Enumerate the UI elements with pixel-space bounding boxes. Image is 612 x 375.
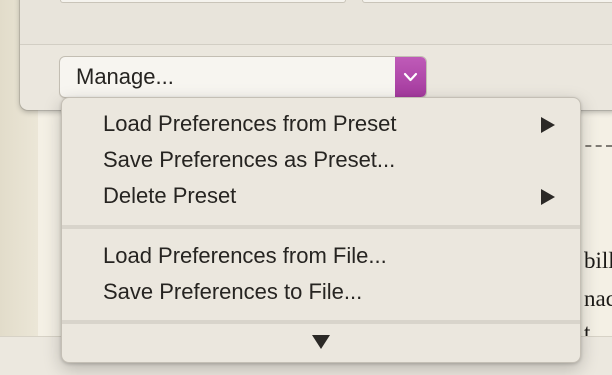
menu-item-label: Delete Preset — [103, 183, 237, 208]
document-text-line: nade — [584, 286, 612, 311]
manage-dropdown-menu: Load Preferences from Preset Save Prefer… — [61, 97, 581, 363]
menu-item-delete-preset[interactable]: Delete Preset — [62, 179, 580, 213]
submenu-arrow-icon — [541, 117, 555, 133]
menu-item-label: Load Preferences from Preset — [103, 111, 397, 136]
scroll-down-arrow-icon[interactable] — [312, 335, 330, 349]
submenu-arrow-icon — [541, 189, 555, 205]
manage-popup-chevron-box[interactable] — [395, 57, 426, 97]
dialog-content-area — [20, 0, 612, 45]
chevron-down-icon — [403, 72, 418, 82]
menu-item-save-preferences-as-preset[interactable]: Save Preferences as Preset... — [62, 143, 580, 177]
menu-item-label: Save Preferences to File... — [103, 279, 363, 304]
left-panel-field[interactable] — [60, 0, 346, 3]
menu-item-load-preferences-from-file[interactable]: Load Preferences from File... — [62, 239, 580, 273]
menu-item-label: Save Preferences as Preset... — [103, 147, 396, 172]
manage-popup-label: Manage... — [76, 64, 174, 89]
right-panel-field[interactable] — [362, 0, 612, 3]
menu-separator — [62, 225, 580, 229]
document-text-line: bills — [584, 248, 612, 273]
menu-item-load-preferences-from-preset[interactable]: Load Preferences from Preset — [62, 107, 580, 141]
manage-popup-button[interactable]: Manage... — [59, 56, 427, 98]
menu-item-label: Load Preferences from File... — [103, 243, 387, 268]
menu-item-save-preferences-to-file[interactable]: Save Preferences to File... — [62, 275, 580, 309]
menu-separator — [62, 320, 580, 324]
